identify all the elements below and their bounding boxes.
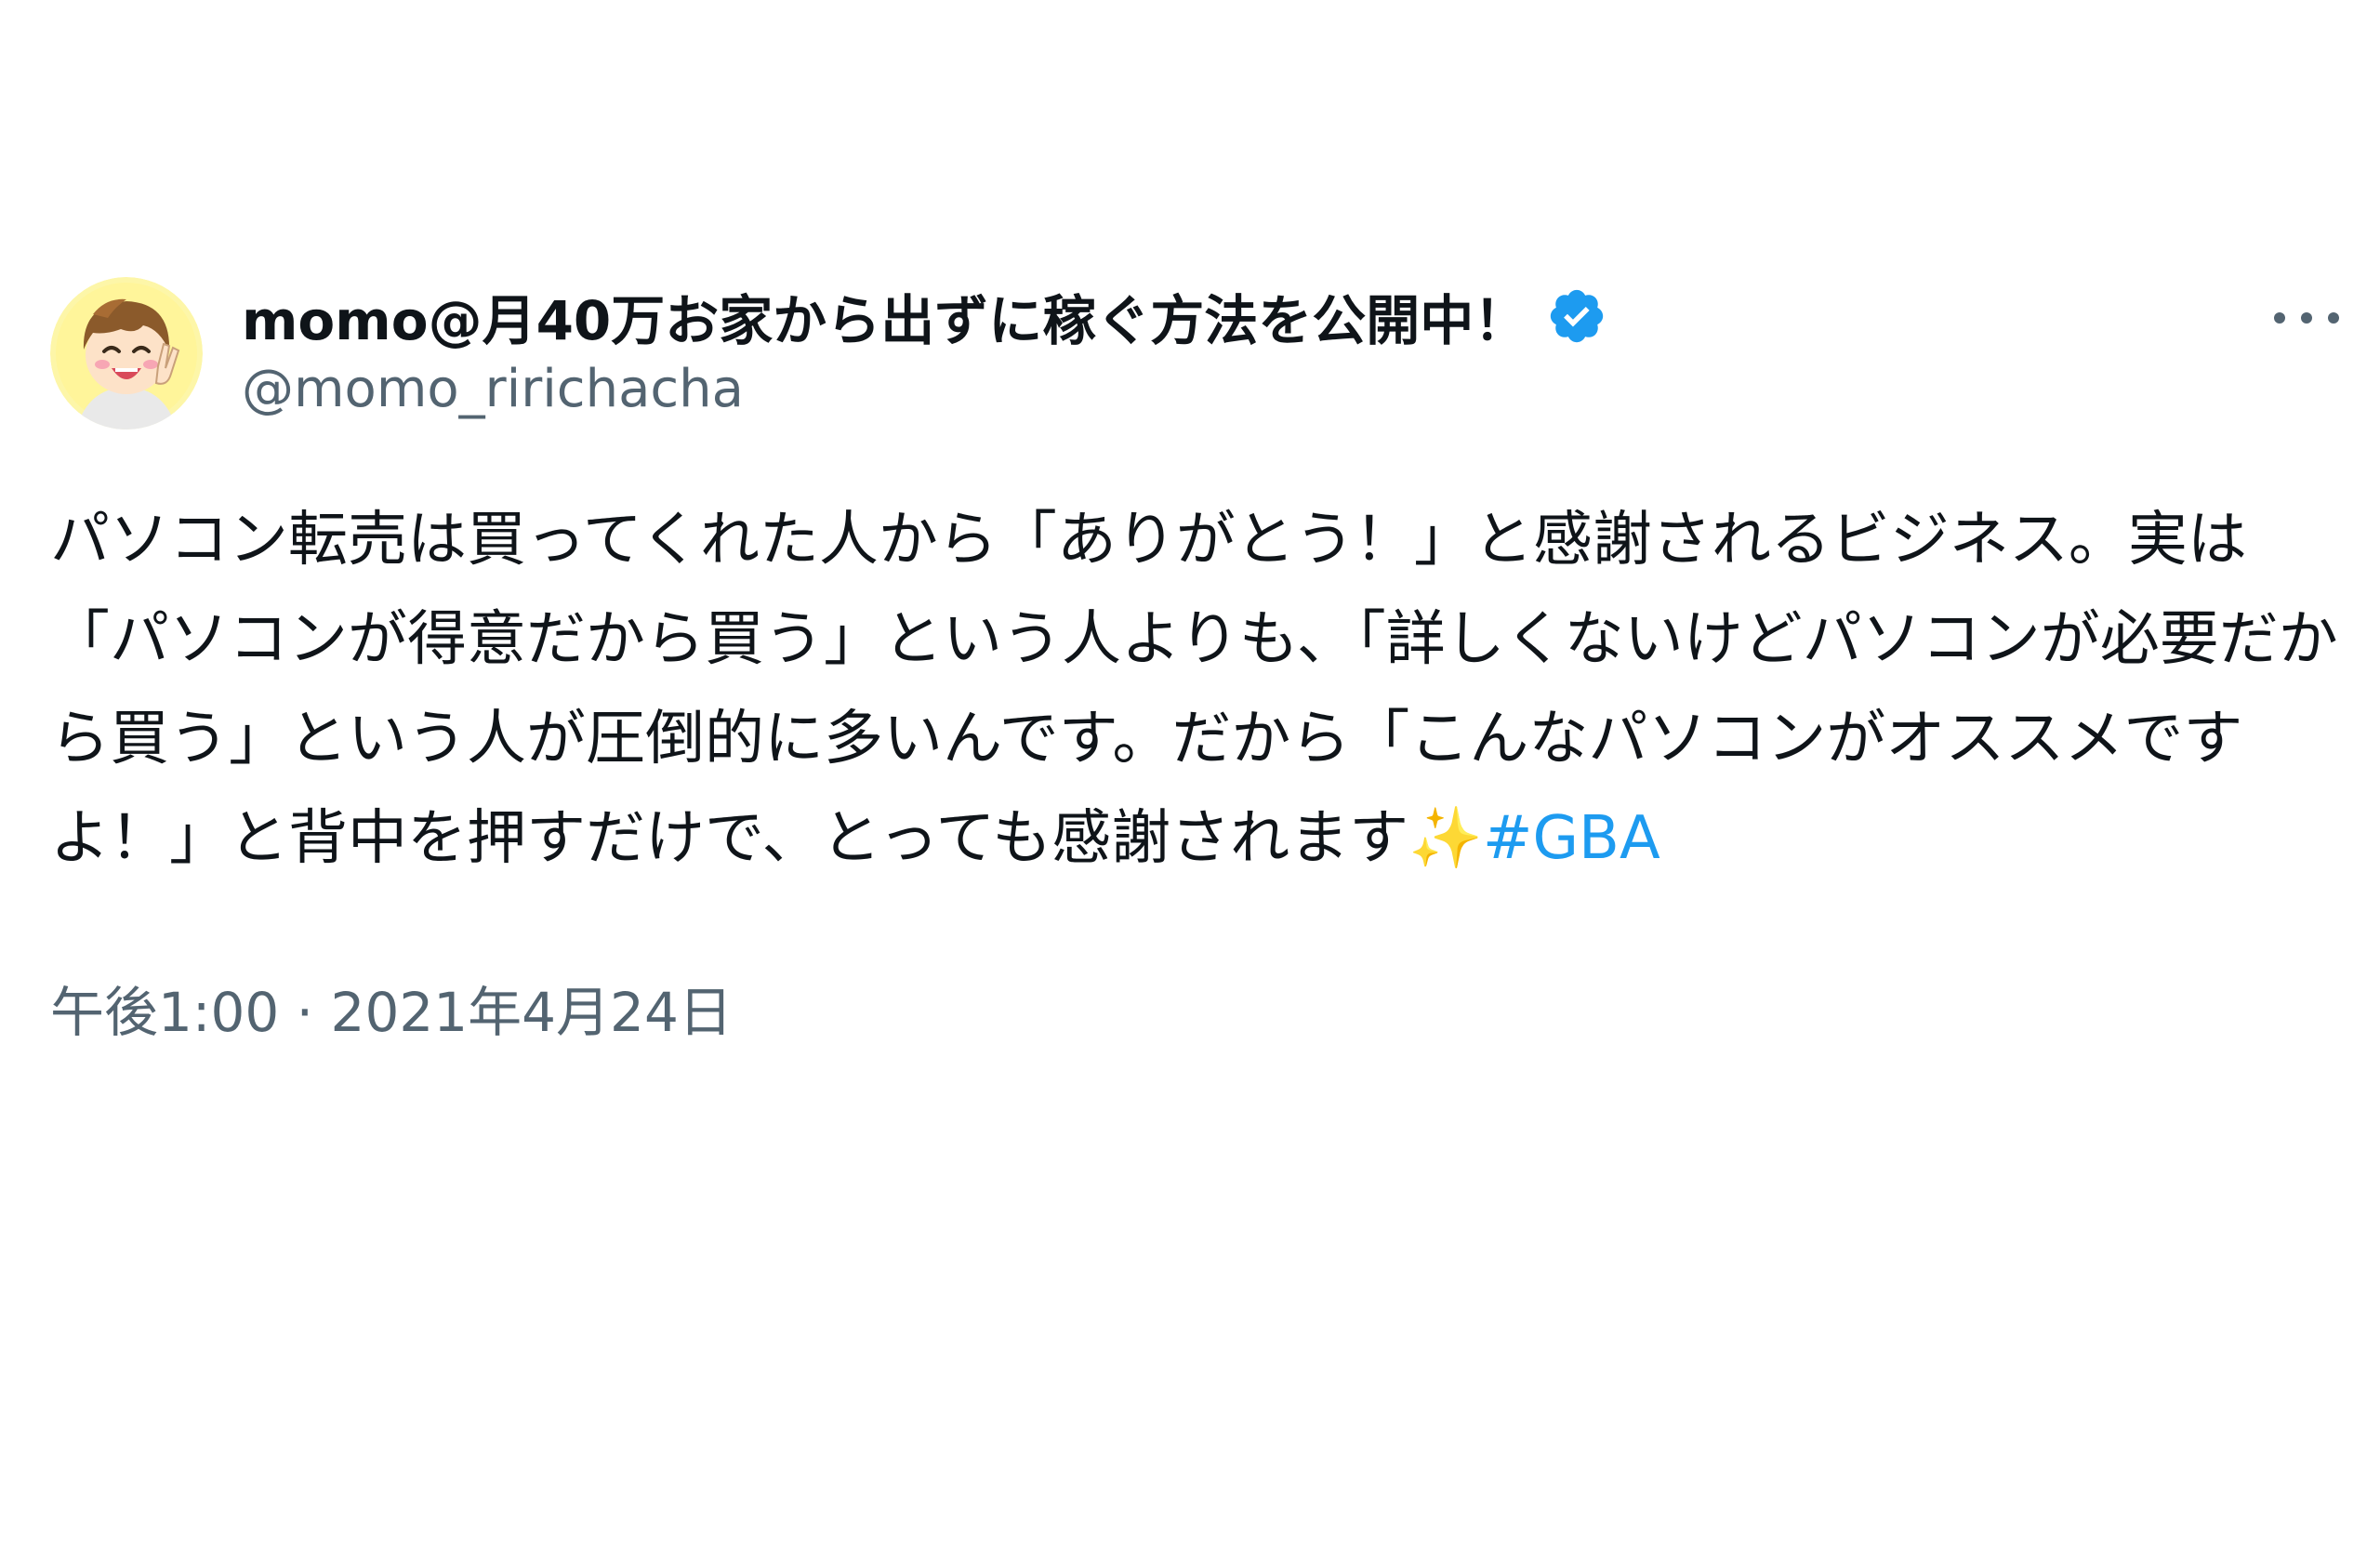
sparkles-emoji-icon: ✨	[1408, 804, 1483, 873]
more-horizontal-icon-dot	[2328, 312, 2339, 324]
display-name[interactable]: momo@月40万お家から出ずに稼ぐ方法を公開中！	[242, 277, 1527, 355]
tweet-header: momo@月40万お家から出ずに稼ぐ方法を公開中！ @momo_ririchac…	[50, 277, 2339, 433]
user-names: momo@月40万お家から出ずに稼ぐ方法を公開中！ @momo_ririchac…	[242, 279, 1607, 419]
hashtag-link[interactable]: #GBA	[1483, 804, 1660, 873]
more-options-button[interactable]	[2274, 299, 2339, 337]
display-name-row: momo@月40万お家から出ずに稼ぐ方法を公開中！	[242, 279, 1607, 353]
user-handle[interactable]: @momo_ririchacha	[242, 359, 1607, 419]
tweet-card: momo@月40万お家から出ずに稼ぐ方法を公開中！ @momo_ririchac…	[50, 277, 2339, 1047]
verified-badge-icon	[1546, 285, 1607, 347]
tweet-timestamp[interactable]: 午後1:00 · 2021年4月24日	[50, 969, 2339, 1047]
avatar[interactable]	[50, 277, 203, 429]
more-horizontal-icon-dot	[2301, 312, 2312, 324]
tweet-body: パソコン転売は買ってくれた人から「ありがとう！」と感謝されるビジネス。実は「パソ…	[50, 506, 2338, 873]
tweet-text: パソコン転売は買ってくれた人から「ありがとう！」と感謝されるビジネス。実は「パソ…	[50, 491, 2339, 889]
more-horizontal-icon-dot	[2274, 312, 2285, 324]
